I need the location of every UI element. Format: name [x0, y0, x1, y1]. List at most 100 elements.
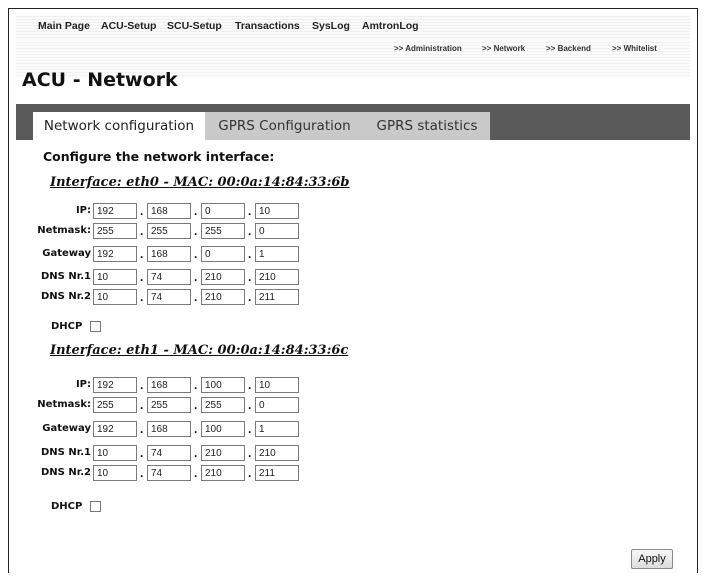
tab-bar: Network configuration GPRS Configuration…: [16, 104, 690, 140]
dot-separator: .: [140, 290, 144, 304]
section-title: Configure the network interface:: [43, 149, 275, 164]
dot-separator: .: [140, 398, 144, 412]
eth1-gateway-octet-2[interactable]: [147, 421, 191, 437]
interface-eth0-title: Interface: eth0 - MAC: 00:0a:14:84:33:6b: [50, 175, 350, 190]
dot-separator: .: [140, 247, 144, 261]
dot-separator: .: [140, 378, 144, 392]
eth1-dns2-octet-1[interactable]: [93, 465, 137, 481]
interface-eth1-title: Interface: eth1 - MAC: 00:0a:14:84:33:6c: [50, 343, 349, 358]
eth1-dns2-octet-2[interactable]: [147, 465, 191, 481]
eth0-dhcp-label: DHCP: [51, 321, 83, 332]
eth0-ip-octet-1[interactable]: [93, 203, 137, 219]
eth0-dns2-octet-3[interactable]: [201, 289, 245, 305]
dns1-label: DNS Nr.1: [41, 271, 91, 282]
eth1-gateway-octet-4[interactable]: [255, 421, 299, 437]
eth1-ip-octet-3[interactable]: [201, 377, 245, 393]
dot-separator: .: [140, 270, 144, 284]
menu-acu-setup[interactable]: ACU-Setup: [101, 20, 156, 32]
eth0-netmask-octet-3[interactable]: [201, 223, 245, 239]
eth1-dhcp-label: DHCP: [51, 501, 83, 512]
eth1-gateway-octet-3[interactable]: [201, 421, 245, 437]
dot-separator: .: [248, 398, 252, 412]
eth0-ip-octet-4[interactable]: [255, 203, 299, 219]
dot-separator: .: [248, 270, 252, 284]
tab-content: Configure the network interface: Interfa…: [16, 140, 690, 579]
dot-separator: .: [194, 466, 198, 480]
eth1-netmask-octet-1[interactable]: [93, 397, 137, 413]
eth1-ip-octet-4[interactable]: [255, 377, 299, 393]
eth1-dns2-octet-3[interactable]: [201, 465, 245, 481]
dot-separator: .: [140, 422, 144, 436]
top-menu: Main Page ACU-Setup SCU-Setup Transactio…: [16, 16, 690, 40]
dot-separator: .: [248, 422, 252, 436]
dot-separator: .: [194, 378, 198, 392]
dns2-label: DNS Nr.2: [41, 291, 91, 302]
dns1-label: DNS Nr.1: [41, 447, 91, 458]
dot-separator: .: [194, 247, 198, 261]
eth0-dns1-octet-2[interactable]: [147, 269, 191, 285]
eth0-netmask-octet-2[interactable]: [147, 223, 191, 239]
eth1-netmask-octet-3[interactable]: [201, 397, 245, 413]
eth0-gateway-octet-1[interactable]: [93, 246, 137, 262]
eth0-netmask-octet-4[interactable]: [255, 223, 299, 239]
menu-transactions[interactable]: Transactions: [235, 20, 300, 32]
tab-network-configuration[interactable]: Network configuration: [33, 112, 205, 140]
eth0-ip-octet-3[interactable]: [201, 203, 245, 219]
dot-separator: .: [248, 446, 252, 460]
dot-separator: .: [194, 398, 198, 412]
netmask-label: Netmask:: [37, 399, 91, 410]
dot-separator: .: [140, 466, 144, 480]
dot-separator: .: [248, 378, 252, 392]
menu-amtronlog[interactable]: AmtronLog: [362, 20, 419, 32]
gateway-label: Gateway: [42, 423, 91, 434]
tab-gprs-configuration[interactable]: GPRS Configuration: [205, 112, 364, 140]
eth1-dhcp-checkbox[interactable]: [90, 501, 101, 512]
eth0-dns2-octet-2[interactable]: [147, 289, 191, 305]
netmask-label: Netmask:: [37, 225, 91, 236]
page-container: Main Page ACU-Setup SCU-Setup Transactio…: [16, 16, 690, 579]
eth0-ip-octet-2[interactable]: [147, 203, 191, 219]
eth0-gateway-octet-2[interactable]: [147, 246, 191, 262]
tab-gprs-statistics[interactable]: GPRS statistics: [364, 112, 490, 140]
dot-separator: .: [248, 204, 252, 218]
apply-button[interactable]: Apply: [631, 549, 673, 569]
eth0-dns1-octet-1[interactable]: [93, 269, 137, 285]
ip-label: IP:: [75, 205, 91, 216]
eth1-dns1-octet-3[interactable]: [201, 445, 245, 461]
eth0-dns1-octet-4[interactable]: [255, 269, 299, 285]
dot-separator: .: [140, 224, 144, 238]
eth1-dns1-octet-1[interactable]: [93, 445, 137, 461]
dot-separator: .: [194, 204, 198, 218]
submenu-administration[interactable]: >> Administration: [394, 44, 462, 53]
submenu-network[interactable]: >> Network: [482, 44, 525, 53]
eth1-ip-octet-2[interactable]: [147, 377, 191, 393]
ip-label: IP:: [75, 379, 91, 390]
dot-separator: .: [248, 247, 252, 261]
eth0-dns2-octet-4[interactable]: [255, 289, 299, 305]
eth1-netmask-octet-2[interactable]: [147, 397, 191, 413]
eth1-ip-octet-1[interactable]: [93, 377, 137, 393]
menu-main-page[interactable]: Main Page: [38, 20, 90, 32]
gateway-label: Gateway: [42, 248, 91, 259]
menu-scu-setup[interactable]: SCU-Setup: [167, 20, 222, 32]
submenu-whitelist[interactable]: >> Whitelist: [612, 44, 657, 53]
eth0-dhcp-checkbox[interactable]: [90, 321, 101, 332]
eth0-netmask-octet-1[interactable]: [93, 223, 137, 239]
submenu-backend[interactable]: >> Backend: [546, 44, 591, 53]
dot-separator: .: [248, 290, 252, 304]
page-title: ACU - Network: [22, 69, 178, 91]
eth1-netmask-octet-4[interactable]: [255, 397, 299, 413]
eth0-gateway-octet-3[interactable]: [201, 246, 245, 262]
eth1-dns2-octet-4[interactable]: [255, 465, 299, 481]
menu-syslog[interactable]: SysLog: [312, 20, 350, 32]
dot-separator: .: [248, 466, 252, 480]
eth0-dns1-octet-3[interactable]: [201, 269, 245, 285]
dot-separator: .: [194, 270, 198, 284]
eth0-gateway-octet-4[interactable]: [255, 246, 299, 262]
eth1-dns1-octet-4[interactable]: [255, 445, 299, 461]
dot-separator: .: [194, 422, 198, 436]
dot-separator: .: [140, 446, 144, 460]
eth1-gateway-octet-1[interactable]: [93, 421, 137, 437]
eth0-dns2-octet-1[interactable]: [93, 289, 137, 305]
eth1-dns1-octet-2[interactable]: [147, 445, 191, 461]
